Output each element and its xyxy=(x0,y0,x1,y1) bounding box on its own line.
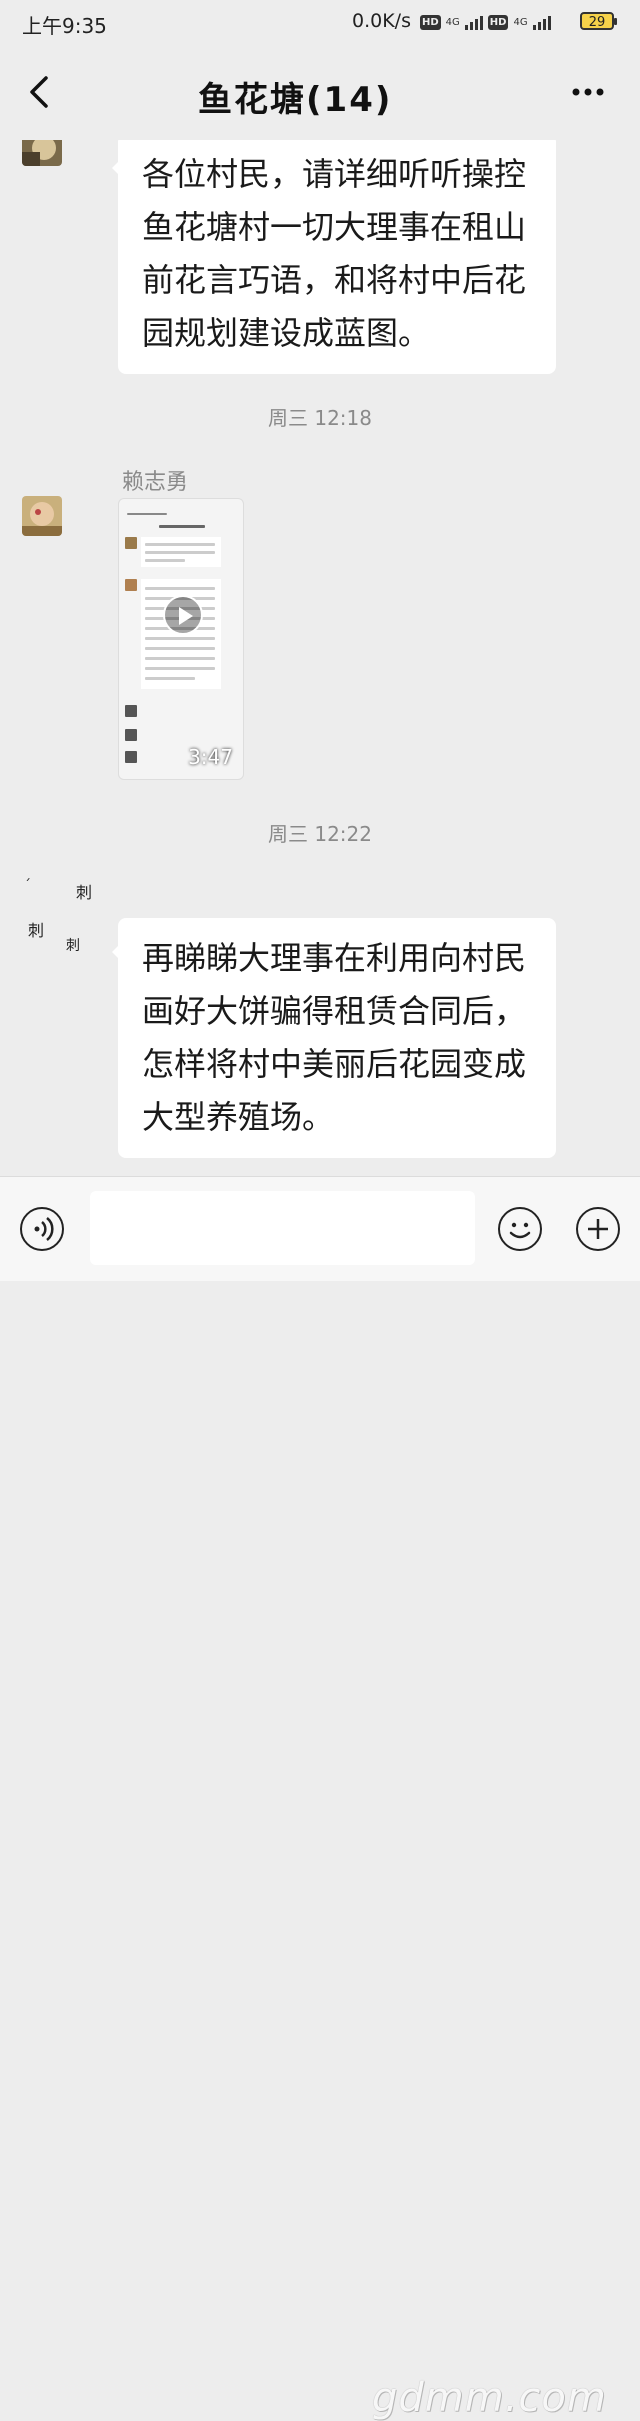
plus-icon xyxy=(588,1219,608,1239)
svg-text:ˊ: ˊ xyxy=(24,878,31,894)
voice-icon xyxy=(34,1217,54,1241)
more-icon xyxy=(572,88,604,96)
more-button[interactable] xyxy=(568,74,608,110)
video-thumb-text xyxy=(145,677,195,680)
video-thumb-avatar xyxy=(125,537,137,549)
video-thumb-text xyxy=(145,637,215,640)
back-button[interactable] xyxy=(22,72,62,112)
svg-text:刺: 刺 xyxy=(76,883,92,902)
chat-title: 鱼花塘(14) xyxy=(198,80,393,120)
battery-icon: 29 xyxy=(580,12,617,30)
message-text: 再睇睇大理事在利用向村民画好大饼骗得租赁合同后，怎样将村中美丽后花园变成大型养殖… xyxy=(142,939,527,1136)
video-thumb-avatar xyxy=(125,705,137,717)
video-thumb-avatar xyxy=(125,751,137,763)
message-bubble[interactable]: 再睇睇大理事在利用向村民画好大饼骗得租赁合同后，怎样将村中美丽后花园变成大型养殖… xyxy=(112,918,556,1158)
video-thumb-text xyxy=(145,587,215,590)
avatar[interactable]: ˊ 刺 刺 刺 xyxy=(22,876,100,956)
emoji-icon xyxy=(509,1222,531,1239)
video-thumb-title xyxy=(159,525,205,528)
battery-level: 29 xyxy=(588,15,606,30)
avatar[interactable] xyxy=(22,496,62,536)
message-time: 周三 12:18 xyxy=(268,406,372,430)
hd-badge-2: HD xyxy=(487,14,509,30)
svg-text:刺: 刺 xyxy=(66,938,80,954)
avatar-image xyxy=(22,140,62,166)
video-thumb-text xyxy=(145,667,215,670)
back-arrow-icon xyxy=(30,76,48,108)
message-text: 各位村民，请详细听听操控鱼花塘村一切大理事在租山前花言巧语，和将村中后花园规划建… xyxy=(142,155,527,352)
emoji-button[interactable] xyxy=(498,1207,542,1251)
message-list[interactable]: 各位村民，请详细听听操控鱼花塘村一切大理事在租山前花言巧语，和将村中后花园规划建… xyxy=(0,140,640,1176)
avatar-image xyxy=(22,496,62,536)
sender-name: 赖志勇 xyxy=(122,470,189,495)
status-icons: HD 4G HD 4G xyxy=(420,9,551,35)
video-thumb-text xyxy=(145,551,215,554)
chat-header: 鱼花塘(14) xyxy=(0,44,640,140)
message-time: 周三 12:22 xyxy=(268,822,372,846)
video-thumb-statusbar xyxy=(127,513,167,515)
watermark: gdmm.com xyxy=(372,2375,607,2421)
video-thumb-text xyxy=(145,559,185,562)
video-message[interactable]: 3:47 xyxy=(118,498,244,780)
message-bubble[interactable]: 各位村民，请详细听听操控鱼花塘村一切大理事在租山前花言巧语，和将村中后花园规划建… xyxy=(112,140,556,374)
signal-icon xyxy=(464,14,483,30)
more-functions-button[interactable] xyxy=(576,1207,620,1251)
avatar[interactable] xyxy=(22,140,62,166)
avatar-image: ˊ 刺 刺 刺 xyxy=(24,878,92,954)
video-thumb-text xyxy=(145,657,215,660)
hd-badge: HD xyxy=(420,14,441,30)
message-input[interactable] xyxy=(90,1191,475,1265)
status-bar: 上午9:35 0.0K/s HD 4G HD 4G 29 xyxy=(0,0,640,44)
svg-text:刺: 刺 xyxy=(28,921,44,940)
video-thumb-avatar xyxy=(125,579,137,591)
network-type-2: 4G xyxy=(513,16,528,28)
status-time: 上午9:35 xyxy=(22,14,107,38)
voice-button[interactable] xyxy=(20,1207,64,1251)
network-speed: 0.0K/s xyxy=(352,10,411,32)
video-thumb-text xyxy=(145,543,215,546)
network-type: 4G xyxy=(445,16,460,28)
input-bar: gdmm.com xyxy=(0,1176,640,2421)
play-icon[interactable] xyxy=(163,595,203,635)
signal-icon-2 xyxy=(532,14,551,30)
video-thumb-avatar xyxy=(125,729,137,741)
video-thumb-text xyxy=(145,647,215,650)
video-duration: 3:47 xyxy=(188,745,233,769)
